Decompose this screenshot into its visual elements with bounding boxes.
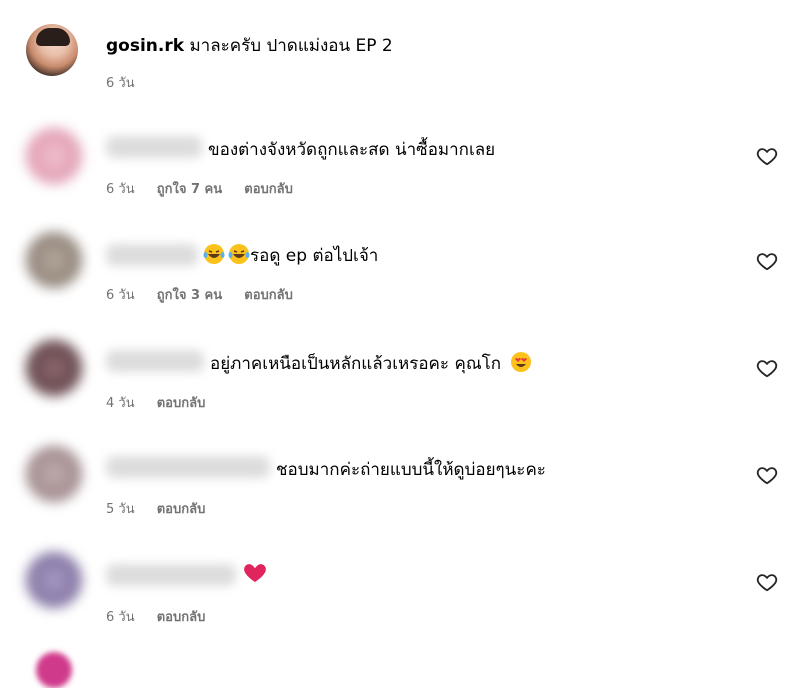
heart-outline-icon[interactable] bbox=[756, 571, 778, 593]
caption-text: มาละครับ ปาดแม่งอน EP 2 bbox=[189, 36, 393, 56]
comment-meta: 6 วัน ถูกใจ 3 คน ตอบกลับ bbox=[106, 284, 311, 305]
heart-eyes-emoji bbox=[511, 352, 532, 372]
reply-button[interactable]: ตอบกลับ bbox=[157, 396, 206, 411]
reply-button[interactable]: ตอบกลับ bbox=[244, 182, 293, 197]
comment-text: รอดู ep ต่อไปเจ้า bbox=[250, 246, 379, 266]
comment-item: ของต่างจังหวัดถูกและสด น่าซื้อมากเลย 6 ว… bbox=[0, 128, 800, 228]
comment-time: 6 วัน bbox=[106, 288, 135, 303]
reply-button[interactable]: ตอบกลับ bbox=[157, 502, 206, 517]
comment-likes[interactable]: ถูกใจ 7 คน bbox=[157, 182, 222, 197]
heart-outline-icon[interactable] bbox=[756, 357, 778, 379]
comment-item: ชอบมากค่ะถ่ายแบบนี้ให้ดูบ่อยๆนะคะ 5 วัน … bbox=[0, 446, 800, 546]
comment-item: 6 วัน ตอบกลับ bbox=[0, 552, 800, 652]
next-commenter-avatar[interactable] bbox=[36, 652, 72, 688]
caption-line: gosin.rk มาละครับ ปาดแม่งอน EP 2 bbox=[106, 32, 393, 59]
heart-outline-icon[interactable] bbox=[756, 250, 778, 272]
comment-likes[interactable]: ถูกใจ 3 คน bbox=[157, 288, 222, 303]
comment-time: 4 วัน bbox=[106, 396, 135, 411]
comment-text: ของต่างจังหวัดถูกและสด น่าซื้อมากเลย bbox=[208, 140, 496, 160]
commenter-username-blurred[interactable] bbox=[106, 136, 202, 158]
commenter-username-blurred[interactable] bbox=[106, 456, 270, 478]
comment-meta: 6 วัน ตอบกลับ bbox=[106, 606, 223, 627]
grinning-tears-emoji bbox=[203, 244, 225, 264]
comment-text: ชอบมากค่ะถ่ายแบบนี้ให้ดูบ่อยๆนะคะ bbox=[276, 460, 546, 480]
author-username[interactable]: gosin.rk bbox=[106, 36, 184, 56]
author-avatar[interactable] bbox=[26, 24, 78, 76]
comment-meta: 5 วัน ตอบกลับ bbox=[106, 498, 223, 519]
heart-outline-icon[interactable] bbox=[756, 145, 778, 167]
commenter-avatar[interactable] bbox=[26, 232, 82, 288]
commenter-avatar[interactable] bbox=[26, 340, 82, 396]
comment-text-line bbox=[243, 562, 267, 585]
comment-meta: 4 วัน ตอบกลับ bbox=[106, 392, 223, 413]
comment-meta: 6 วัน ถูกใจ 7 คน ตอบกลับ bbox=[106, 178, 311, 199]
comment-text-line: รอดู ep ต่อไปเจ้า bbox=[203, 242, 378, 269]
commenter-username-blurred[interactable] bbox=[106, 244, 198, 266]
commenter-username-blurred[interactable] bbox=[106, 564, 236, 586]
comment-text: อยู่ภาคเหนือเป็นหลักแล้วเหรอคะ คุณโก bbox=[210, 354, 502, 374]
post-caption: gosin.rk มาละครับ ปาดแม่งอน EP 2 6 วัน bbox=[0, 0, 800, 110]
reply-button[interactable]: ตอบกลับ bbox=[157, 610, 206, 625]
commenter-avatar[interactable] bbox=[26, 446, 82, 502]
heart-outline-icon[interactable] bbox=[756, 464, 778, 486]
comment-item: รอดู ep ต่อไปเจ้า 6 วัน ถูกใจ 3 คน ตอบกล… bbox=[0, 232, 800, 332]
comment-time: 5 วัน bbox=[106, 502, 135, 517]
commenter-avatar[interactable] bbox=[26, 552, 82, 608]
commenter-username-blurred[interactable] bbox=[106, 350, 204, 372]
caption-time: 6 วัน bbox=[106, 76, 135, 91]
reply-button[interactable]: ตอบกลับ bbox=[244, 288, 293, 303]
comment-time: 6 วัน bbox=[106, 182, 135, 197]
comment-time: 6 วัน bbox=[106, 610, 135, 625]
comment-text-line: อยู่ภาคเหนือเป็นหลักแล้วเหรอคะ คุณโก bbox=[210, 350, 532, 377]
commenter-avatar[interactable] bbox=[26, 128, 82, 184]
comment-item: อยู่ภาคเหนือเป็นหลักแล้วเหรอคะ คุณโก 4 ว… bbox=[0, 340, 800, 440]
red-heart-emoji bbox=[244, 564, 266, 582]
grinning-tears-emoji bbox=[228, 244, 250, 264]
